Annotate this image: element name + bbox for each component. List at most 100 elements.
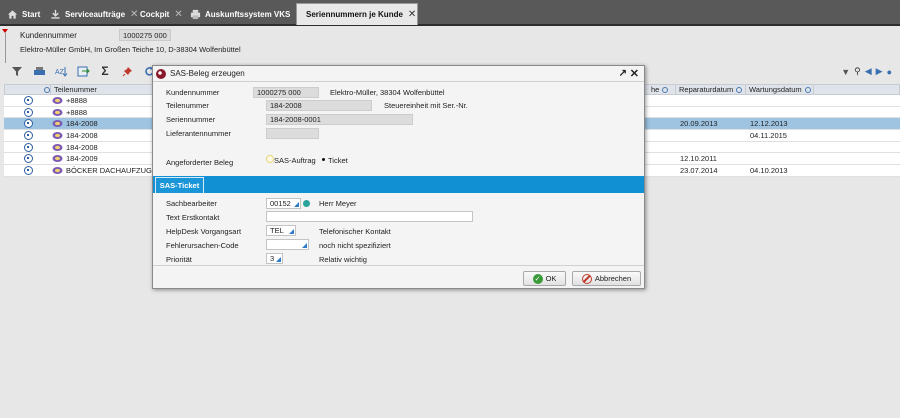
footer-divider — [153, 265, 644, 266]
part-icon — [52, 120, 63, 128]
row-select-icon[interactable] — [24, 154, 33, 164]
expand-icon[interactable]: ↗ — [619, 68, 627, 79]
tab-serviceauftraege[interactable]: Serviceaufträge ✕ — [45, 3, 143, 25]
vorgangsart-field[interactable]: TEL — [266, 225, 296, 236]
sachbearbeiter-label: Sachbearbeiter — [166, 199, 217, 208]
part-icon — [52, 167, 63, 175]
row-select-icon[interactable] — [24, 96, 33, 105]
wartungsdatum-cell: 12.12.2013 — [750, 119, 788, 129]
print-icon[interactable] — [32, 65, 46, 77]
teilenummer-label: Teilenummer — [166, 101, 209, 110]
sum-icon[interactable]: Σ — [98, 64, 112, 78]
dialog-titlebar: SAS-Beleg erzeugen ↗ ✕ — [153, 66, 644, 82]
teilenummer-cell: 184-2008 — [66, 142, 98, 152]
binoculars-icon[interactable]: ⚲ — [854, 66, 861, 77]
column-header-partial[interactable]: he — [648, 85, 676, 95]
part-icon — [52, 97, 63, 104]
prioritaet-field[interactable]: 3 — [266, 253, 283, 264]
next-icon[interactable]: ▶ — [876, 66, 883, 77]
svg-text:AZ: AZ — [55, 69, 65, 76]
teilenummer-cell: +8888 — [66, 107, 88, 117]
kundennummer-field: 1000275 000 — [253, 87, 319, 98]
erstkontakt-label: Text Erstkontakt — [166, 213, 220, 222]
wartungsdatum-cell: 04.10.2013 — [750, 166, 788, 176]
close-icon[interactable]: ✕ — [408, 9, 416, 20]
part-icon — [52, 132, 63, 140]
part-icon — [52, 108, 63, 116]
home-icon — [7, 9, 18, 19]
divider — [5, 33, 6, 63]
part-description-text: Steuereinheit mit Ser.-Nr. — [384, 101, 468, 110]
fehlerursache-field[interactable] — [266, 239, 309, 250]
sachbearbeiter-name: Herr Meyer — [319, 199, 357, 208]
close-icon[interactable]: ✕ — [174, 9, 182, 20]
dropdown-icon[interactable] — [276, 257, 281, 262]
teilenummer-field: 184-2008 — [266, 100, 372, 111]
teilenummer-cell: 184-2009 — [66, 154, 98, 164]
prev-icon[interactable]: ◀ — [865, 66, 872, 77]
check-icon: ✓ — [532, 273, 543, 284]
export-icon[interactable] — [76, 65, 90, 77]
tab-label: Serviceaufträge — [65, 9, 126, 19]
column-header-wartungsdatum[interactable]: Wartungsdatum — [746, 85, 814, 95]
section-bar — [153, 176, 644, 193]
part-icon — [52, 155, 63, 163]
teilenummer-cell: BÖCKER DACHAUFZUG B1 — [66, 166, 164, 176]
seriennummer-field: 184-2008-0001 — [266, 114, 413, 125]
kundennummer-field: 1000275 000 — [119, 29, 171, 41]
vorgangsart-label: HelpDesk Vorgangsart — [166, 227, 242, 236]
fehlerursache-text: noch nicht spezifiziert — [319, 241, 391, 250]
row-select-icon[interactable] — [24, 119, 33, 129]
tab-seriennummern[interactable]: Seriennummern je Kunde ✕ — [296, 3, 418, 25]
download-icon — [51, 9, 60, 19]
sachbearbeiter-field[interactable]: 00152 — [266, 198, 301, 209]
column-header-teilenummer[interactable]: Teilenummer — [51, 85, 155, 95]
column-header-reparaturdatum[interactable]: Reparaturdatum — [676, 85, 746, 95]
sort-icon[interactable]: AZ — [54, 65, 68, 77]
kundennummer-label: Kundennummer — [166, 88, 220, 97]
teilenummer-cell: 184-2008 — [66, 119, 98, 129]
ok-button[interactable]: ✓ OK — [523, 271, 566, 286]
tab-cockpit[interactable]: Cockpit ✕ — [135, 3, 188, 25]
close-icon[interactable]: ✕ — [630, 67, 639, 80]
wartungsdatum-cell: 04.11.2015 — [750, 131, 787, 141]
beleg-label: Angeforderter Beleg — [166, 158, 234, 167]
row-select-icon[interactable] — [24, 107, 33, 117]
radio-sas-auftrag-label: SAS-Auftrag — [274, 156, 316, 165]
column-header-select[interactable] — [5, 85, 51, 95]
radio-sas-auftrag[interactable] — [266, 155, 274, 163]
sas-beleg-dialog: SAS-Beleg erzeugen ↗ ✕ Kundennummer 1000… — [152, 65, 645, 289]
tab-auskunftssystem[interactable]: Auskunftssystem VKS ✕ — [185, 3, 309, 25]
radio-ticket-label: Ticket — [328, 156, 348, 165]
radio-ticket[interactable] — [322, 158, 325, 161]
kundennummer-label: Kundennummer — [20, 31, 77, 40]
lieferantennummer-label: Lieferantennummer — [166, 129, 232, 138]
tab-start[interactable]: Start — [2, 3, 45, 25]
cancel-button[interactable]: Abbrechen — [572, 271, 641, 286]
filter-icon[interactable]: ▼ — [841, 67, 850, 77]
prioritaet-label: Priorität — [166, 255, 192, 264]
reparaturdatum-cell: 20.09.2013 — [680, 119, 718, 129]
dropdown-icon[interactable] — [289, 229, 294, 234]
row-select-icon[interactable] — [24, 131, 33, 141]
dialog-title: SAS-Beleg erzeugen — [170, 69, 245, 78]
erstkontakt-field[interactable] — [266, 211, 473, 222]
tab-label: Seriennummern je Kunde — [306, 10, 403, 19]
tab-bar: Start Serviceaufträge ✕ Cockpit ✕ Auskun… — [0, 0, 900, 26]
prioritaet-text: Relativ wichtig — [319, 255, 367, 264]
teilenummer-cell: 184-2008 — [66, 131, 98, 141]
customer-name-text: Elektro-Müller, 38304 Wolfenbüttel — [330, 88, 445, 97]
part-icon — [52, 143, 63, 151]
fehlerursache-label: Fehlerursachen-Code — [166, 241, 239, 250]
filter-icon[interactable] — [10, 65, 24, 77]
row-select-icon[interactable] — [24, 142, 33, 152]
dropdown-icon[interactable] — [294, 202, 299, 207]
grid-nav-tools: ▼ ⚲ ◀ ▶ ● — [841, 66, 892, 77]
page-dot-icon[interactable]: ● — [887, 67, 892, 77]
tab-sas-ticket[interactable]: SAS-Ticket — [155, 177, 204, 193]
dropdown-icon[interactable] — [302, 243, 307, 248]
tab-label: Auskunftssystem VKS — [205, 9, 291, 19]
row-select-icon[interactable] — [24, 166, 33, 176]
pin-icon[interactable] — [120, 65, 134, 77]
reparaturdatum-cell: 23.07.2014 — [680, 166, 718, 176]
